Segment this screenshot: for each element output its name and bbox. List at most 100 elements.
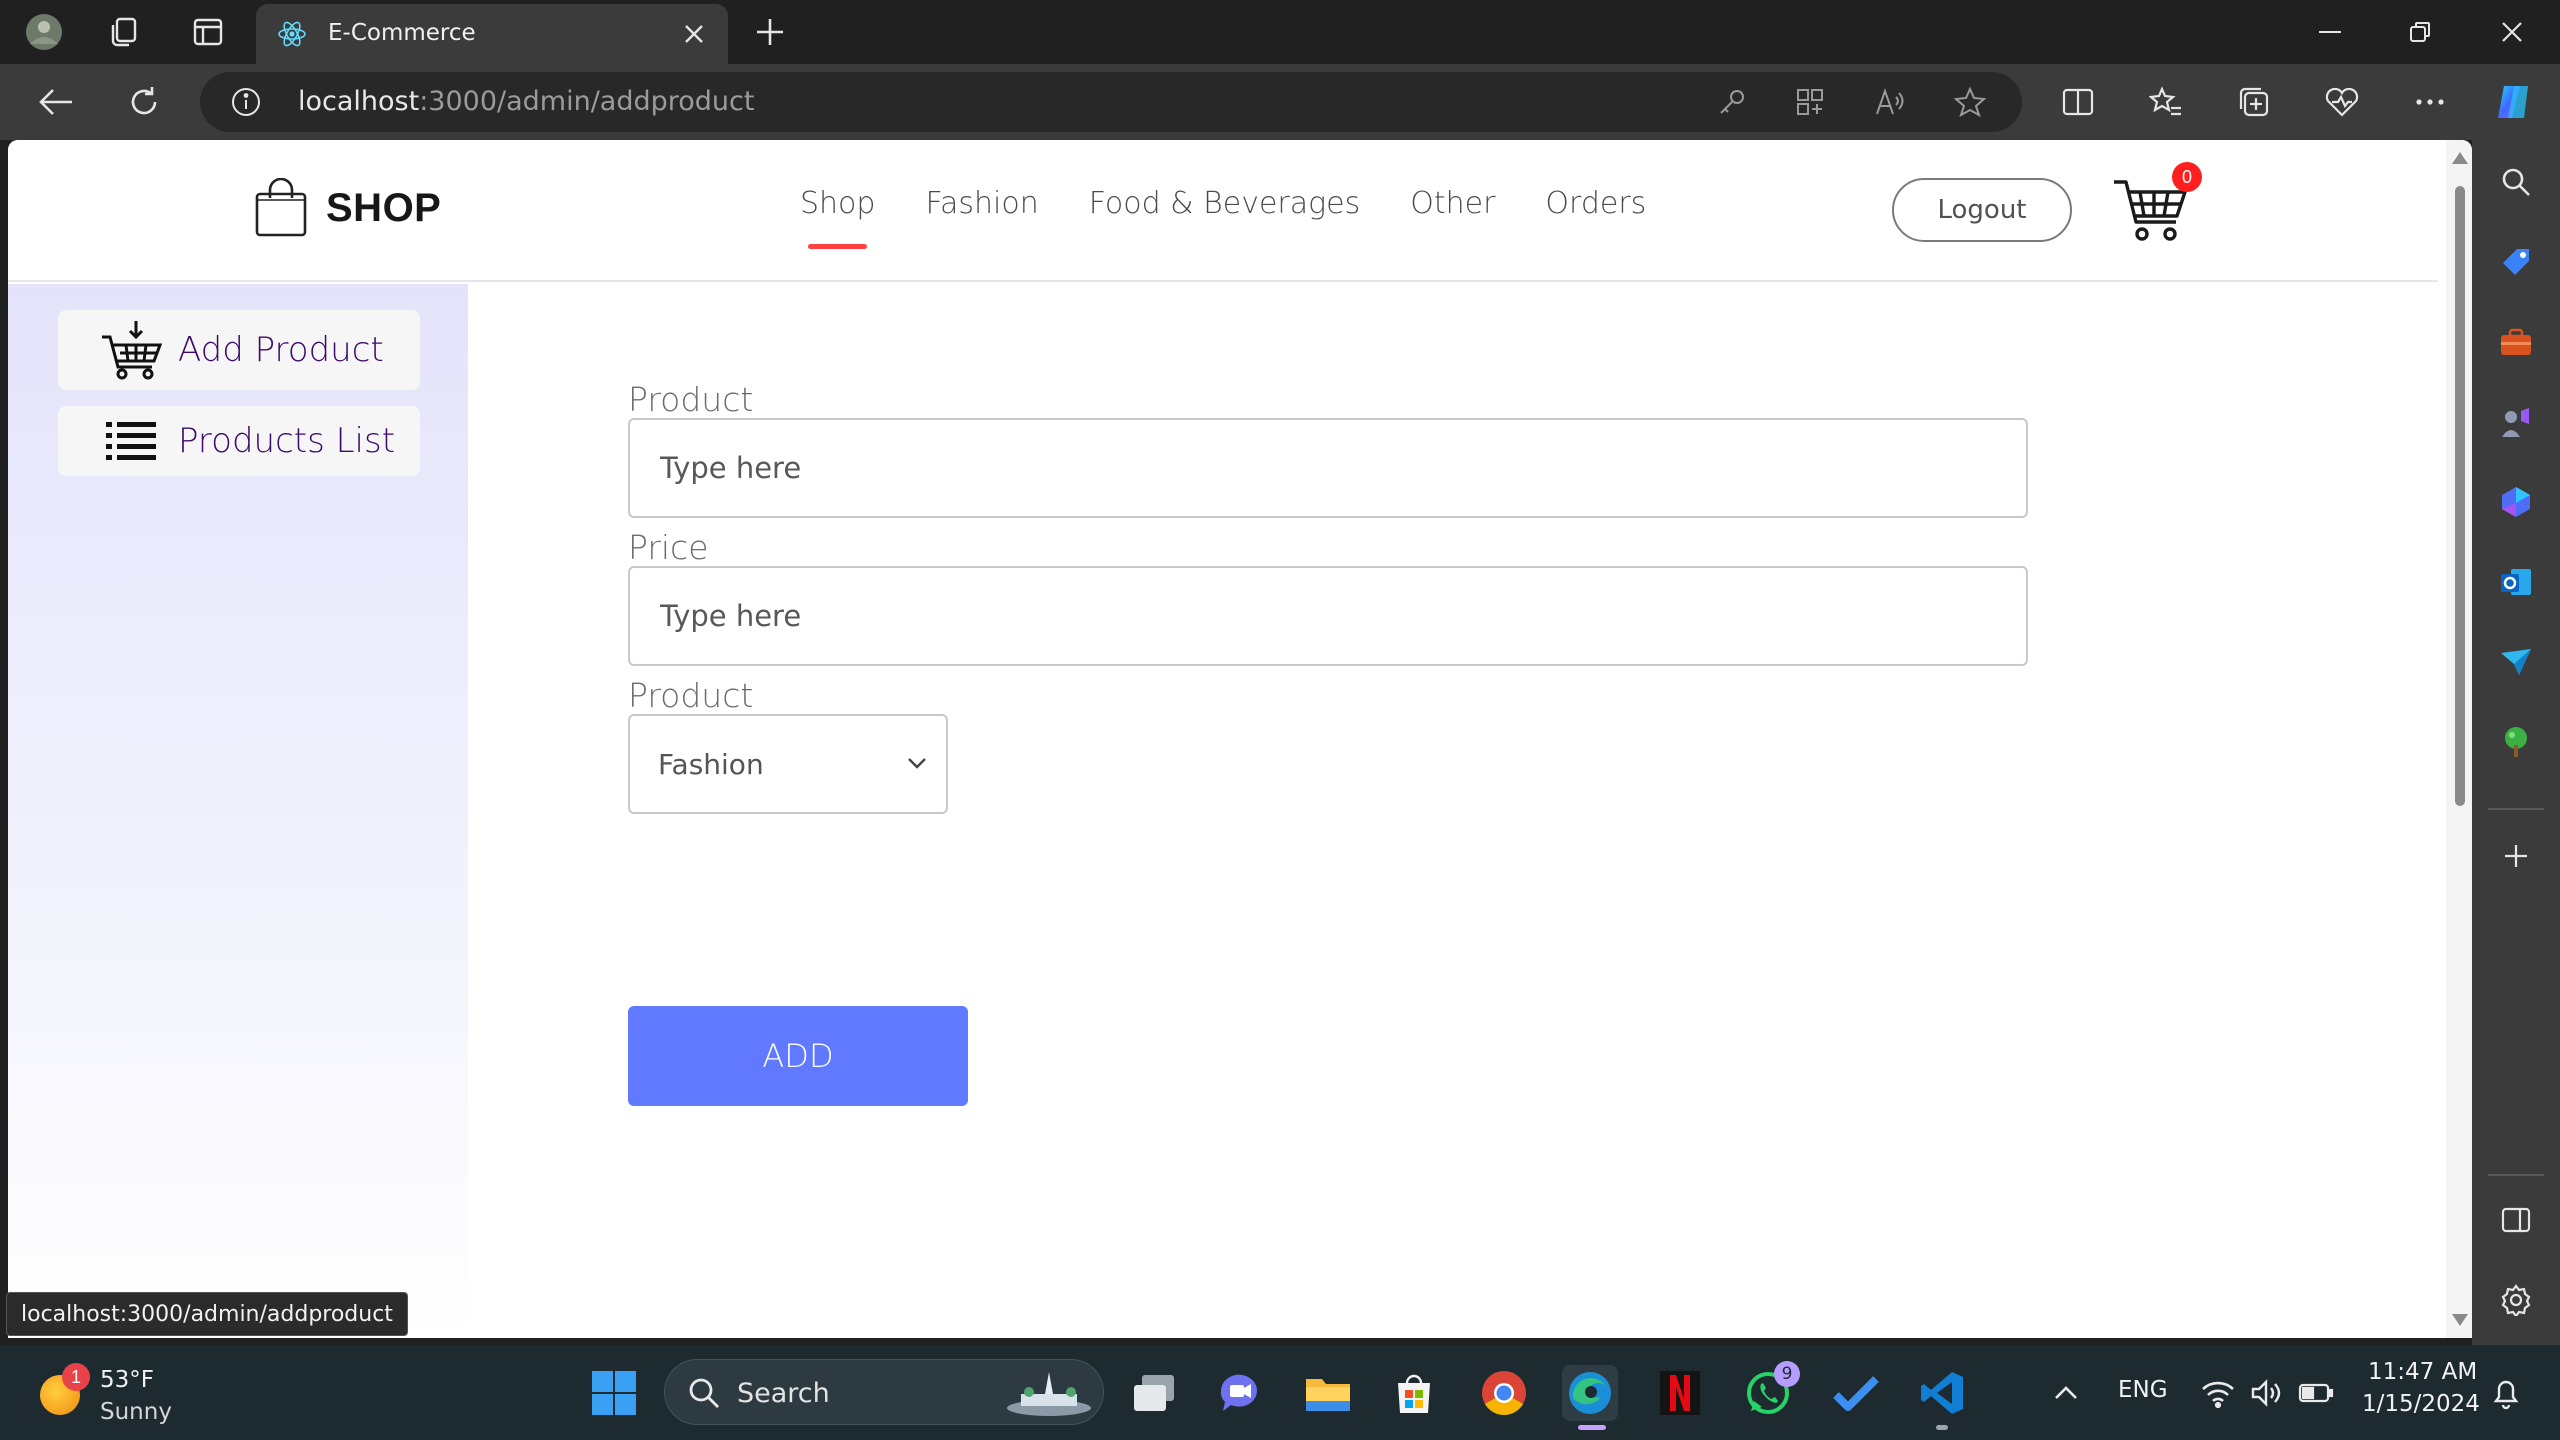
vscode-running-indicator bbox=[1936, 1425, 1948, 1430]
split-screen-icon[interactable] bbox=[2056, 80, 2100, 124]
favorite-star-icon[interactable] bbox=[1952, 84, 1988, 120]
status-url-tooltip: localhost:3000/admin/addproduct bbox=[6, 1292, 408, 1336]
browser-essentials-icon[interactable] bbox=[2320, 80, 2364, 124]
todo-check-icon[interactable] bbox=[1828, 1365, 1884, 1421]
page-viewport: SHOP Shop Fashion Food & Beverages Other… bbox=[8, 140, 2472, 1338]
weather-condition: Sunny bbox=[100, 1399, 172, 1425]
url-text[interactable]: localhost:3000/admin/addproduct bbox=[298, 86, 754, 117]
workspaces-icon[interactable] bbox=[104, 12, 144, 52]
sidebar-item-label: Add Product bbox=[178, 330, 384, 370]
page-scrollbar[interactable] bbox=[2446, 140, 2472, 1338]
sidebar-divider bbox=[2488, 1174, 2544, 1176]
browser-toolbar: localhost:3000/admin/addproduct bbox=[0, 64, 2560, 140]
menu-item-shop[interactable]: Shop bbox=[800, 186, 875, 249]
tab-ecommerce[interactable]: E-Commerce bbox=[256, 4, 728, 64]
taskbar-search-label: Search bbox=[737, 1378, 830, 1409]
site-logo[interactable]: SHOP bbox=[254, 178, 441, 238]
reload-icon[interactable] bbox=[122, 80, 166, 124]
hide-sidebar-icon[interactable] bbox=[2494, 1198, 2538, 1242]
menu-item-fashion[interactable]: Fashion bbox=[925, 186, 1038, 221]
tools-icon[interactable] bbox=[2494, 320, 2538, 364]
clock-time[interactable]: 11:47 AM bbox=[2368, 1359, 2477, 1385]
chevron-down-icon bbox=[908, 758, 926, 769]
file-explorer-icon[interactable] bbox=[1300, 1365, 1356, 1421]
weather-temp: 53°F bbox=[100, 1367, 154, 1393]
search-highlight-image-icon bbox=[1007, 1372, 1091, 1416]
tab-actions-icon[interactable] bbox=[188, 12, 228, 52]
battery-icon[interactable] bbox=[2288, 1365, 2344, 1421]
games-icon[interactable] bbox=[2494, 400, 2538, 444]
wifi-icon[interactable] bbox=[2190, 1365, 2246, 1421]
settings-gear-icon[interactable] bbox=[2494, 1278, 2538, 1322]
scroll-down-arrow-icon[interactable] bbox=[2452, 1314, 2468, 1326]
weather-widget[interactable]: 1 53°F Sunny bbox=[36, 1361, 236, 1425]
search-icon[interactable] bbox=[2494, 160, 2538, 204]
product-title-input[interactable] bbox=[628, 418, 2028, 518]
chrome-icon[interactable] bbox=[1476, 1365, 1532, 1421]
collections-icon[interactable] bbox=[2232, 80, 2276, 124]
edge-sidebar bbox=[2472, 140, 2560, 1345]
minimize-icon[interactable] bbox=[2300, 8, 2360, 56]
weather-badge: 1 bbox=[62, 1363, 90, 1391]
search-icon bbox=[689, 1378, 719, 1408]
teams-chat-icon[interactable] bbox=[1212, 1365, 1268, 1421]
clock-date[interactable]: 1/15/2024 bbox=[2362, 1391, 2480, 1417]
price-input[interactable] bbox=[628, 566, 2028, 666]
vscode-icon[interactable] bbox=[1914, 1365, 1970, 1421]
shopping-bag-icon bbox=[255, 178, 307, 237]
language-indicator[interactable]: ENG bbox=[2118, 1377, 2168, 1403]
windows-start-icon[interactable] bbox=[586, 1365, 642, 1421]
outlook-icon[interactable] bbox=[2494, 560, 2538, 604]
show-hidden-icons-chevron-icon[interactable] bbox=[2038, 1365, 2094, 1421]
menu-item-other[interactable]: Other bbox=[1410, 186, 1495, 221]
react-icon bbox=[278, 21, 306, 47]
whatsapp-badge: 9 bbox=[1774, 1361, 1800, 1387]
key-icon[interactable] bbox=[1714, 84, 1750, 120]
copilot-app-icon[interactable] bbox=[2494, 480, 2538, 524]
netflix-icon[interactable] bbox=[1652, 1365, 1708, 1421]
scroll-up-arrow-icon[interactable] bbox=[2452, 152, 2468, 164]
category-selected-value: Fashion bbox=[658, 747, 764, 781]
tree-icon[interactable] bbox=[2494, 720, 2538, 764]
task-view-icon[interactable] bbox=[1126, 1365, 1182, 1421]
sidebar-divider bbox=[2488, 808, 2544, 810]
menu-item-food-beverages[interactable]: Food & Beverages bbox=[1089, 186, 1361, 221]
sidebar-item-add-product[interactable]: Add Product bbox=[58, 310, 420, 390]
taskbar-search[interactable]: Search bbox=[664, 1359, 1104, 1425]
product-category-select[interactable]: Fashion bbox=[628, 714, 948, 814]
list-icon bbox=[96, 406, 166, 476]
edge-icon[interactable] bbox=[1562, 1365, 1618, 1421]
site-info-icon[interactable] bbox=[230, 86, 262, 123]
restore-icon[interactable] bbox=[2390, 8, 2450, 56]
edge-running-indicator bbox=[1578, 1425, 1606, 1430]
main-menu: Shop Fashion Food & Beverages Other Orde… bbox=[800, 186, 1696, 249]
menu-item-orders[interactable]: Orders bbox=[1545, 186, 1646, 221]
profile-avatar[interactable] bbox=[24, 12, 64, 52]
new-tab-icon[interactable] bbox=[750, 12, 790, 52]
tab-close-icon[interactable] bbox=[674, 14, 714, 54]
read-aloud-icon[interactable] bbox=[1872, 84, 1908, 120]
back-icon[interactable] bbox=[34, 80, 78, 124]
address-bar[interactable]: localhost:3000/admin/addproduct bbox=[200, 72, 2022, 132]
app-available-icon[interactable] bbox=[1792, 84, 1828, 120]
send-icon[interactable] bbox=[2494, 640, 2538, 684]
sidebar-item-products-list[interactable]: Products List bbox=[58, 406, 420, 476]
microsoft-store-icon[interactable] bbox=[1386, 1365, 1442, 1421]
price-label: Price bbox=[628, 528, 709, 567]
add-button[interactable]: ADD bbox=[628, 1006, 968, 1106]
url-path: :3000/admin/addproduct bbox=[419, 86, 755, 117]
scroll-thumb[interactable] bbox=[2455, 186, 2465, 806]
cart-add-icon bbox=[96, 315, 166, 385]
shopping-tag-icon[interactable] bbox=[2494, 240, 2538, 284]
notification-bell-icon[interactable] bbox=[2478, 1365, 2534, 1421]
logout-button[interactable]: Logout bbox=[1892, 178, 2072, 242]
sidebar-item-label: Products List bbox=[178, 421, 396, 461]
copilot-icon[interactable] bbox=[2494, 80, 2538, 124]
more-options-icon[interactable] bbox=[2408, 80, 2452, 124]
tab-title: E-Commerce bbox=[328, 20, 476, 46]
browser-title-bar: E-Commerce bbox=[0, 0, 2560, 64]
close-window-icon[interactable] bbox=[2482, 8, 2542, 56]
add-app-icon[interactable] bbox=[2494, 834, 2538, 878]
logo-text: SHOP bbox=[326, 185, 442, 230]
favorites-icon[interactable] bbox=[2144, 80, 2188, 124]
